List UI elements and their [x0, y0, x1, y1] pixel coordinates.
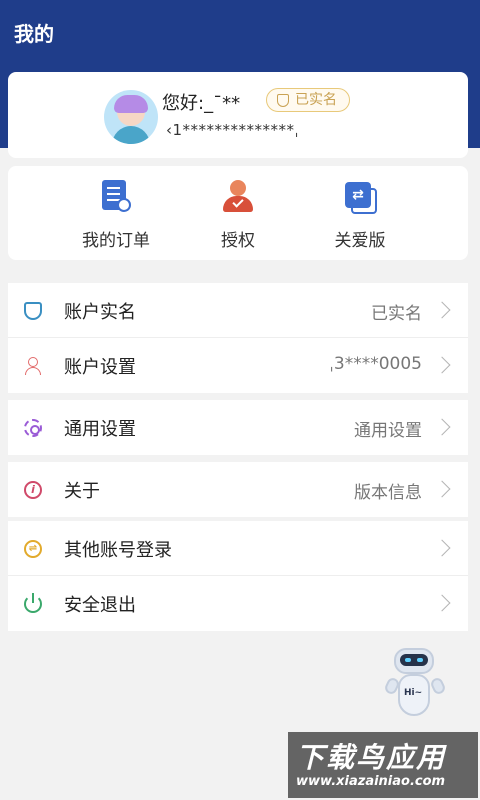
chevron-right-icon [433, 539, 451, 557]
menu-item-value: ˌ3****0005 [329, 354, 422, 374]
profile-card[interactable]: 您好:_ˉ** 已实名 ‹1**************ˌ [8, 72, 468, 158]
chevron-right-icon [433, 301, 451, 319]
menu-item-label: 账户设置 [64, 357, 136, 378]
general-group: 通用设置 通用设置 [8, 400, 468, 455]
menu-item-value: 版本信息 [354, 483, 422, 503]
authorize-button[interactable]: 授权 [178, 180, 298, 251]
verified-badge-label: 已实名 [295, 92, 337, 108]
info-icon: i [24, 481, 42, 499]
menu-item-general-settings[interactable]: 通用设置 通用设置 [8, 400, 468, 455]
verified-badge: 已实名 [266, 88, 350, 112]
masked-phone: ‹1**************ˌ [166, 121, 300, 139]
assistant-robot-button[interactable]: Hi~ [383, 648, 447, 718]
avatar[interactable] [104, 90, 158, 144]
account-group: 账户实名 已实名 账户设置 ˌ3****0005 [8, 283, 468, 393]
menu-item-label: 关于 [64, 481, 100, 502]
menu-item-real-name[interactable]: 账户实名 已实名 [8, 283, 468, 338]
user-settings-icon [24, 357, 42, 375]
chevron-right-icon [433, 356, 451, 374]
assistant-label: Hi~ [404, 688, 423, 698]
menu-item-label: 其他账号登录 [64, 540, 172, 561]
menu-item-about[interactable]: i 关于 版本信息 [8, 462, 468, 517]
my-orders-label: 我的订单 [82, 231, 150, 251]
shield-icon [24, 302, 42, 320]
menu-item-value: 通用设置 [354, 421, 422, 441]
quick-actions: 我的订单 授权 ⇄ 关爱版 [8, 166, 468, 260]
menu-item-other-login[interactable]: ⇌ 其他账号登录 [8, 521, 468, 576]
menu-item-account-settings[interactable]: 账户设置 ˌ3****0005 [8, 338, 468, 393]
chevron-right-icon [433, 418, 451, 436]
care-mode-icon: ⇄ [343, 180, 377, 214]
care-mode-button[interactable]: ⇄ 关爱版 [300, 180, 420, 251]
power-icon [24, 593, 42, 613]
watermark-logo: 下载鸟应用 www.xiazainiao.com [288, 732, 478, 798]
menu-item-label: 安全退出 [64, 595, 136, 616]
switch-account-icon: ⇌ [24, 540, 42, 558]
greeting-text: 您好:_ˉ** [162, 93, 241, 114]
watermark-url-text: www.xiazainiao.com [296, 774, 446, 789]
chevron-right-icon [433, 594, 451, 612]
user-check-icon [221, 180, 255, 214]
my-orders-button[interactable]: 我的订单 [56, 180, 176, 251]
session-group: ⇌ 其他账号登录 安全退出 [8, 521, 468, 631]
shield-icon [277, 94, 289, 107]
menu-item-label: 通用设置 [64, 419, 136, 440]
menu-item-value: 已实名 [371, 304, 422, 324]
gear-icon [24, 419, 42, 437]
menu-item-logout[interactable]: 安全退出 [8, 576, 468, 631]
care-mode-label: 关爱版 [334, 231, 386, 251]
page-title: 我的 [14, 22, 54, 46]
watermark-main-text: 下载鸟应用 [296, 741, 447, 774]
about-group: i 关于 版本信息 [8, 462, 468, 517]
authorize-label: 授权 [221, 231, 255, 251]
menu-item-label: 账户实名 [64, 302, 136, 323]
order-clock-icon [99, 180, 133, 214]
chevron-right-icon [433, 480, 451, 498]
